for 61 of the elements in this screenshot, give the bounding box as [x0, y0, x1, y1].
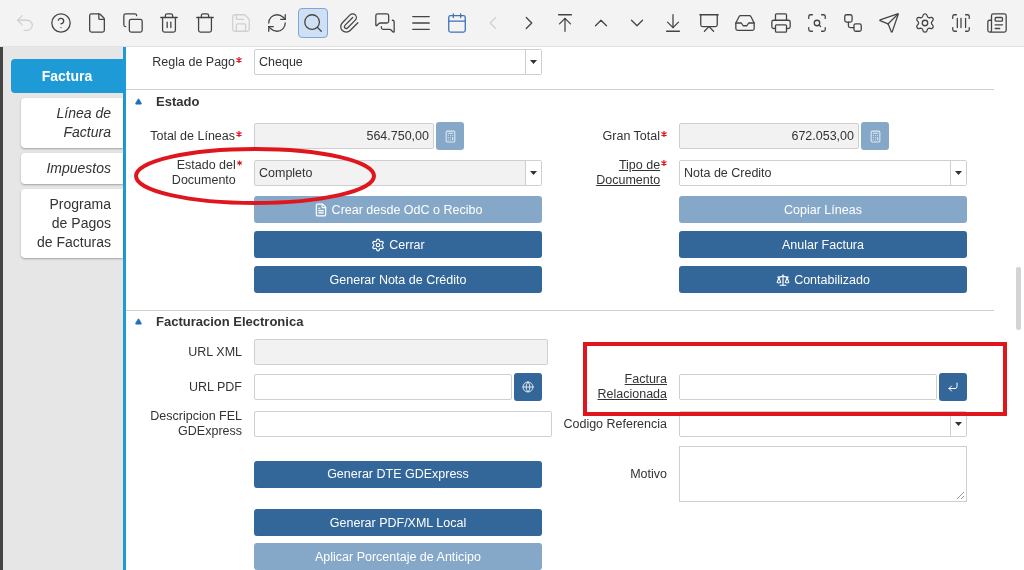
field-label: Motivo: [630, 466, 667, 482]
text-field[interactable]: [254, 339, 548, 365]
required-icon: [236, 56, 242, 63]
sidebar-tab[interactable]: Impuestos: [21, 153, 123, 184]
url-field[interactable]: [254, 374, 513, 400]
amount-field[interactable]: 564.750,00: [254, 123, 434, 149]
dropdown-field[interactable]: Nota de Credito: [679, 160, 967, 186]
field-label: URL XML: [188, 344, 242, 360]
action-button[interactable]: Cerrar: [254, 231, 542, 258]
field-label: Codigo Referencia: [563, 416, 667, 432]
gear-icon: [371, 237, 386, 252]
required-icon: [236, 130, 242, 137]
collapse-icon[interactable]: [135, 318, 142, 326]
field-label[interactable]: Factura Relacionada: [554, 372, 667, 402]
field-label: Descripcion FEL GDExpress: [149, 409, 242, 439]
text-field[interactable]: [254, 411, 552, 437]
calculator-icon: [443, 129, 457, 143]
sidebar-tab[interactable]: Programa de Pagos de Facturas: [21, 189, 123, 258]
globe-icon: [522, 381, 535, 393]
scale-icon: [776, 272, 791, 287]
action-button[interactable]: Generar DTE GDExpress: [254, 460, 542, 488]
scrollbar[interactable]: [1016, 267, 1021, 330]
action-button[interactable]: Contabilizado: [679, 266, 967, 293]
document-icon: [313, 202, 328, 217]
required-icon: [661, 130, 667, 137]
dropdown-button[interactable]: [525, 161, 541, 185]
caret-icon: [530, 60, 537, 64]
action-button[interactable]: Anular Factura: [679, 231, 967, 258]
dropdown-button[interactable]: [950, 161, 966, 185]
field-value: Cheque: [258, 55, 304, 69]
field-value: 672.053,00: [790, 129, 855, 143]
caret-icon: [955, 422, 962, 426]
action-button[interactable]: Generar PDF/XML Local: [254, 509, 542, 536]
open-url-button[interactable]: [514, 373, 542, 401]
lookup-button[interactable]: [939, 373, 967, 401]
field-value: Nota de Credito: [683, 166, 773, 180]
field-label: URL PDF: [189, 379, 242, 395]
action-button[interactable]: Generar Nota de Crédito: [254, 266, 542, 293]
sidebar-tab[interactable]: Línea de Factura: [21, 98, 123, 148]
field-label: Total de Líneas: [150, 128, 235, 144]
dropdown-field[interactable]: Cheque: [254, 49, 542, 75]
amount-field[interactable]: 672.053,00: [679, 123, 859, 149]
return-arrow-icon: [947, 381, 960, 393]
required-icon: [236, 160, 242, 166]
field-value: 564.750,00: [365, 129, 430, 143]
dropdown-field[interactable]: Completo: [254, 160, 542, 186]
field-label: Regla de Pago: [152, 54, 235, 70]
caret-icon: [955, 171, 962, 175]
section-title: Facturacion Electronica: [156, 314, 304, 330]
calculator-icon: [868, 129, 882, 143]
section-title: Estado: [156, 94, 200, 110]
required-icon: [661, 160, 667, 166]
field-label: Estado del Documento: [170, 158, 236, 188]
field-value: Completo: [258, 166, 314, 180]
dropdown-button[interactable]: [525, 50, 541, 74]
field-label: Gran Total: [602, 128, 660, 144]
resize-handle-icon: [957, 492, 964, 499]
caret-icon: [530, 171, 537, 175]
collapse-icon[interactable]: [135, 98, 142, 106]
field-label[interactable]: Tipo de Documento: [554, 158, 661, 188]
lookup-field[interactable]: [679, 374, 938, 400]
